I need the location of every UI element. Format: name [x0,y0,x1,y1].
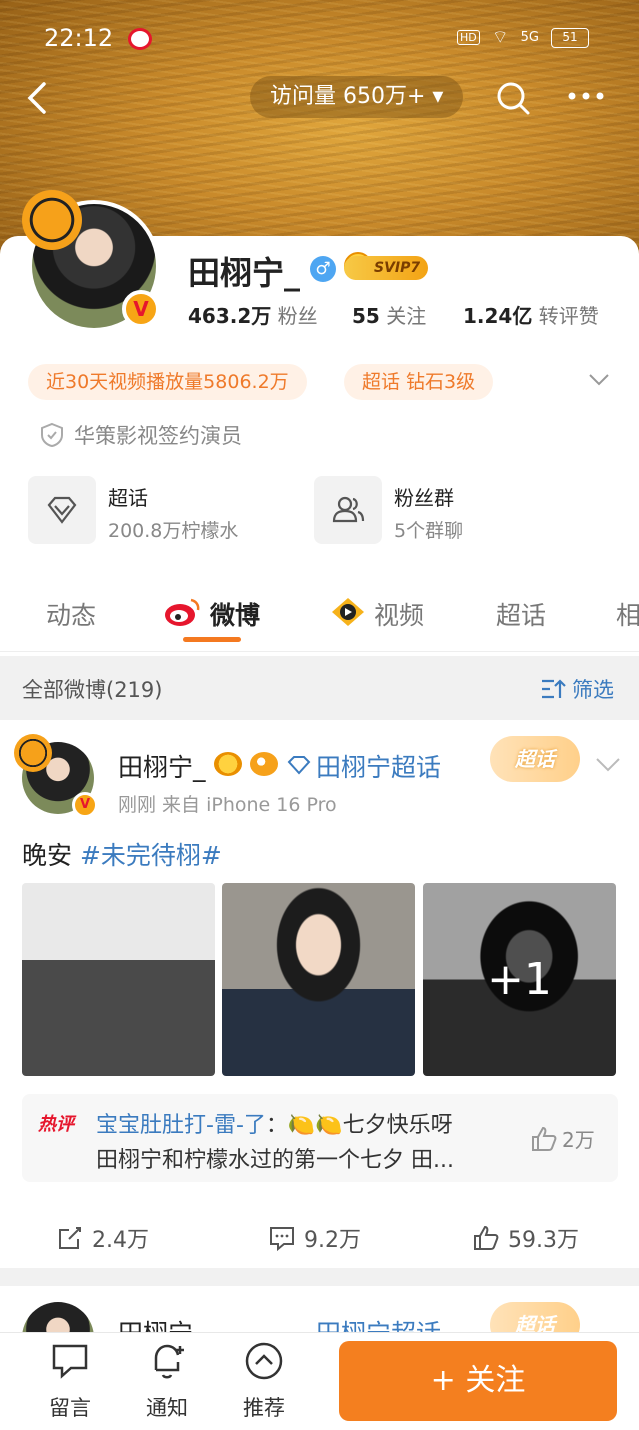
profile-name: 田栩宁_ [188,254,301,292]
post-tiger-pendant-icon [14,734,52,772]
hd-icon: HD [456,30,480,45]
verification-info: 华策影视签约演员 [40,420,242,450]
video-views-tag[interactable]: 近30天视频播放量5806.2万 [28,364,307,400]
hot-comment-label: 热评 [38,1114,74,1135]
post-photo-1[interactable] [22,883,215,1076]
more-photos-count: +1 [423,883,616,1076]
post-author-name[interactable]: 田栩宁_ [118,748,206,784]
thumbs-up-icon [474,1225,499,1250]
active-tab-indicator [183,637,241,642]
post-photo-3[interactable]: +1 [423,883,616,1076]
status-time: 22:12 [44,24,114,52]
notify-button[interactable]: 通知 [137,1340,197,1422]
fan-group-subtitle: 5个群聊 [394,520,464,542]
supertopic-entry-title: 超话 [108,486,148,510]
fan-group-title: 粉丝群 [394,486,454,510]
more-dots-icon [568,92,604,100]
verified-v-badge: V [122,290,160,328]
post-meta: 刚刚 来自 iPhone 16 Pro [118,794,337,816]
search-icon [497,82,530,115]
search-button[interactable] [495,80,531,116]
male-gender-icon: ♂ [310,256,336,282]
interactions-stat[interactable]: 1.24亿 转评赞 [463,300,599,329]
tab-album[interactable]: 相 [616,596,639,632]
svip-badge[interactable]: SVIP7 [344,256,429,280]
diamond-icon [47,496,77,524]
like-button[interactable]: 59.3万 [472,1222,579,1254]
wifi-icon: ⌔ [491,27,509,48]
post-photo-2[interactable] [222,883,415,1076]
filter-icon [542,679,566,699]
battery-icon: 51 [551,27,589,48]
fan-badge-icon [250,752,278,776]
thumbs-up-icon [532,1126,557,1151]
recommend-button[interactable]: 推荐 [234,1340,294,1422]
hot-comment-line1: 宝宝肚肚打-雷-了：🍋🍋七夕快乐呀 [96,1113,453,1138]
post-menu-button[interactable] [594,756,622,774]
expand-chevron-button[interactable] [588,372,610,388]
tab-dynamics[interactable]: 动态 [46,596,96,632]
comment-icon [270,1227,294,1252]
fans-stat[interactable]: 463.2万 粉丝 [188,300,318,329]
message-button[interactable]: 留言 [40,1340,100,1422]
message-icon [52,1344,88,1379]
follow-button[interactable]: + 关注 [339,1341,617,1421]
fan-group-entry[interactable] [314,476,382,544]
supertopic-stamp: 超话 [490,736,580,782]
back-button[interactable] [20,78,60,118]
supertopic-link[interactable]: 田栩宁超话 [316,748,441,784]
repost-button[interactable]: 2.4万 [56,1222,149,1254]
signal-icon: 5G [520,30,539,45]
comment-button[interactable]: 9.2万 [268,1222,361,1254]
supertopic-level-tag[interactable]: 超话 钻石3级 [344,364,494,400]
chevron-down-icon [596,758,620,772]
tiger-pendant-icon [22,190,82,250]
status-icons: HD ⌔ 5G 51 [456,26,589,49]
svip-crown-small-icon [214,752,242,776]
chevron-up-circle-icon [245,1342,283,1380]
supertopic-diamond-icon [287,756,311,775]
tab-supertopic[interactable]: 超话 [496,596,546,632]
weibo-notification-icon [128,28,152,50]
hashtag-link[interactable]: #未完待栩# [80,841,222,870]
share-icon [59,1227,81,1249]
filter-button[interactable]: 筛选 [540,674,614,704]
following-stat[interactable]: 55 关注 [352,300,426,329]
post-text: 晚安 #未完待栩# [22,841,222,870]
post-verified-badge: V [72,792,98,818]
hot-comment-like-button[interactable]: 2万 [530,1124,595,1153]
all-weibo-count: 全部微博(219) [22,678,163,702]
video-tab-icon [332,598,364,626]
hot-comment-user[interactable]: 宝宝肚肚打-雷-了 [96,1113,266,1138]
supertopic-entry-subtitle: 200.8万柠檬水 [108,520,239,542]
status-bar: 22:12 HD ⌔ 5G 51 [0,0,639,80]
visit-count-dropdown[interactable]: 访问量 650万+ ▾ [250,76,464,118]
weibo-logo-icon [165,598,200,626]
tab-weibo[interactable]: 微博 [210,596,260,632]
back-arrow-icon [27,82,46,114]
verification-text: 华策影视签约演员 [74,424,242,448]
bell-plus-icon [154,1344,184,1379]
shield-icon [41,422,63,448]
hot-comment-line2: 田栩宁和柠檬水过的第一个七夕 田... [96,1148,454,1173]
supertopic-entry[interactable] [28,476,96,544]
chevron-down-icon [589,374,609,386]
tab-video[interactable]: 视频 [374,596,424,632]
more-options-button[interactable] [566,86,606,106]
group-icon [332,496,365,523]
